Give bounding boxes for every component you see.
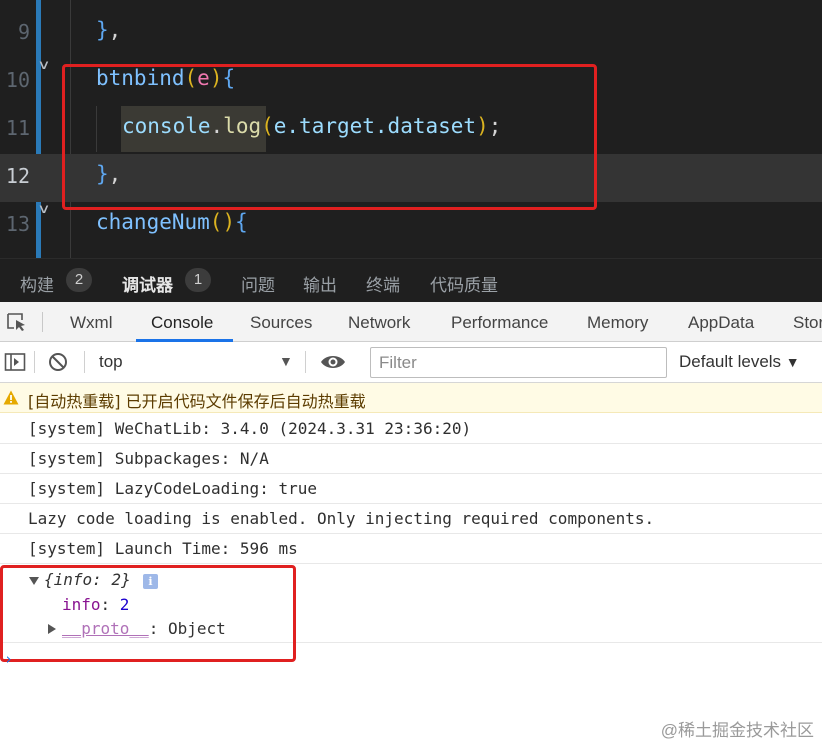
console-message[interactable]: [system] LazyCodeLoading: true — [0, 474, 822, 504]
clear-console-icon[interactable] — [48, 352, 68, 377]
tab-problems[interactable]: 问题 — [241, 271, 275, 296]
inspect-element-icon[interactable] — [6, 312, 28, 332]
code-text: }, — [96, 18, 122, 42]
console-warning[interactable]: [自动热重载] 已开启代码文件保存后自动热重载 — [0, 383, 822, 413]
message-text: Lazy code loading is enabled. Only injec… — [28, 509, 655, 528]
filter-input[interactable] — [371, 348, 666, 377]
message-text: [system] WeChatLib: 3.4.0 (2024.3.31 23:… — [28, 419, 472, 438]
line-number: 11 — [5, 116, 30, 140]
message-text: [system] Launch Time: 596 ms — [28, 539, 298, 558]
message-text: [自动热重载] 已开启代码文件保存后自动热重载 — [28, 392, 366, 411]
tab-wxml[interactable]: Wxml — [70, 313, 112, 333]
line-number: 10 — [5, 68, 30, 92]
divider — [34, 351, 35, 373]
code-editor[interactable]: 9 }, 10 ∨ btnbind(e){ 11 console.log(e.t… — [0, 0, 822, 258]
warning-icon — [3, 390, 19, 410]
line-number: 13 — [5, 212, 30, 236]
message-text: [system] Subpackages: N/A — [28, 449, 269, 468]
eye-icon[interactable] — [320, 353, 346, 376]
watermark: @稀土掘金技术社区 — [660, 721, 814, 740]
tab-network[interactable]: Network — [348, 313, 410, 333]
count-badge: 2 — [66, 268, 92, 292]
divider — [42, 312, 43, 332]
code-text: changeNum(){ — [96, 210, 248, 234]
console-message[interactable]: [system] Launch Time: 596 ms — [0, 534, 822, 564]
function-name: changeNum — [96, 210, 210, 234]
tab-code-quality[interactable]: 代码质量 — [430, 271, 498, 296]
console-toolbar: top ▼ Default levels ▼ — [0, 342, 822, 383]
console-message[interactable]: Lazy code loading is enabled. Only injec… — [0, 504, 822, 534]
dropdown-arrow-icon: ▼ — [785, 354, 800, 370]
dropdown-arrow-icon[interactable]: ▼ — [279, 353, 293, 369]
console-message[interactable]: [system] Subpackages: N/A — [0, 444, 822, 474]
log-levels-label: Default levels — [679, 352, 782, 371]
annotation-box — [62, 64, 597, 210]
tab-output[interactable]: 输出 — [303, 271, 337, 296]
tab-debugger[interactable]: 调试器 — [122, 271, 173, 296]
divider — [305, 351, 306, 373]
console-message[interactable]: [system] WeChatLib: 3.4.0 (2024.3.31 23:… — [0, 414, 822, 444]
message-text: [system] LazyCodeLoading: true — [28, 479, 317, 498]
code-line[interactable]: 9 }, — [0, 10, 822, 58]
filter-input-wrapper — [370, 347, 667, 378]
bottom-panel-tabs: 构建 2 调试器 1 问题 输出 终端 代码质量 — [0, 258, 822, 302]
line-number: 9 — [17, 20, 30, 44]
context-selector[interactable]: top — [99, 352, 123, 372]
line-number: 12 — [5, 164, 30, 188]
tab-build[interactable]: 构建 — [20, 271, 54, 296]
tab-sources[interactable]: Sources — [250, 313, 312, 333]
fold-chevron-icon[interactable]: ∨ — [37, 58, 57, 73]
console-prompt-icon[interactable]: › — [4, 650, 13, 668]
tab-appdata[interactable]: AppData — [688, 313, 754, 333]
sidebar-toggle-icon[interactable] — [4, 352, 26, 377]
log-levels-dropdown[interactable]: Default levels ▼ — [679, 352, 800, 372]
tab-storage[interactable]: Stor — [793, 313, 822, 333]
tab-terminal[interactable]: 终端 — [366, 271, 400, 296]
tab-console[interactable]: Console — [151, 313, 213, 333]
count-badge: 1 — [185, 268, 211, 292]
tab-performance[interactable]: Performance — [451, 313, 548, 333]
fold-chevron-icon[interactable]: ∨ — [37, 202, 57, 217]
tab-memory[interactable]: Memory — [587, 313, 648, 333]
devtools-tabbar: Wxml Console Sources Network Performance… — [0, 302, 822, 342]
divider — [84, 351, 85, 373]
annotation-box — [0, 565, 296, 662]
